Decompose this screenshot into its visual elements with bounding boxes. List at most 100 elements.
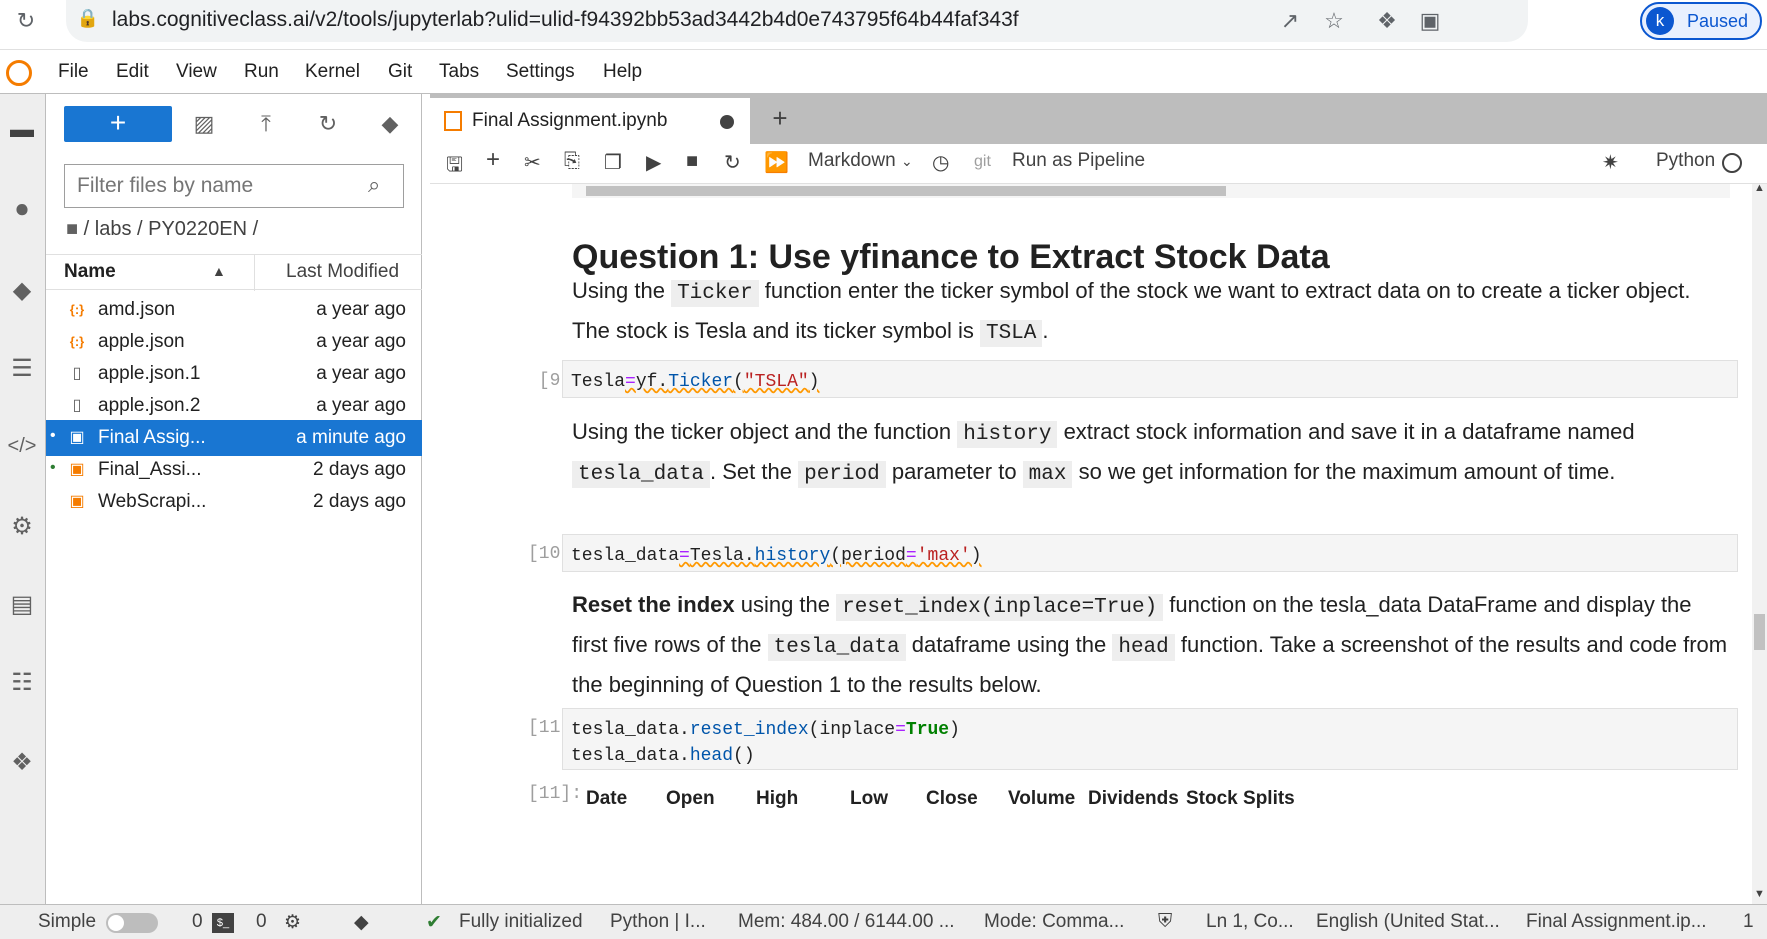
cut-icon[interactable]: ✂ xyxy=(524,150,541,175)
git-branch-icon[interactable]: ◆ xyxy=(354,911,369,934)
new-folder-icon[interactable]: ▨ xyxy=(186,106,222,142)
toc-icon[interactable]: ☰ xyxy=(0,338,44,398)
git-icon[interactable]: ◆ xyxy=(0,260,44,320)
menu-tabs[interactable]: Tabs xyxy=(439,61,479,83)
folder-icon[interactable]: ■ xyxy=(66,218,78,240)
profile-button[interactable]: k Paused xyxy=(1640,2,1762,40)
notebook-icon xyxy=(444,111,462,131)
reload-icon[interactable]: ↻ xyxy=(12,8,40,34)
new-tab-button[interactable]: + xyxy=(760,98,800,138)
menu-kernel[interactable]: Kernel xyxy=(305,61,360,83)
menu-file[interactable]: File xyxy=(58,61,89,83)
code-token: () xyxy=(733,746,755,766)
folder-icon[interactable]: ▬ xyxy=(0,100,44,160)
vertical-scrollbar[interactable]: ▲ ▼ xyxy=(1752,184,1767,904)
share-icon[interactable]: ↗ xyxy=(1276,8,1304,34)
menu-git[interactable]: Git xyxy=(388,61,412,83)
breadcrumb[interactable]: ■ / labs / PY0220EN / xyxy=(66,218,258,241)
file-row[interactable]: • ▣ Final_Assi... 2 days ago xyxy=(46,452,422,488)
property-inspector-icon[interactable]: ▤ xyxy=(0,574,44,634)
trust-shield-icon[interactable]: ⛨ xyxy=(1158,911,1172,933)
new-launcher-button[interactable]: + xyxy=(64,106,172,142)
menu-edit[interactable]: Edit xyxy=(116,61,149,83)
notification-count[interactable]: 1 xyxy=(1743,911,1754,933)
paste-icon[interactable]: ❐ xyxy=(604,150,622,175)
markdown-cell-history[interactable]: Using the ticker object and the function… xyxy=(572,413,1732,493)
clock-icon[interactable]: ◷ xyxy=(932,150,949,175)
kernel-status[interactable]: Python | I... xyxy=(610,911,706,933)
extension-manager-icon[interactable]: ☷ xyxy=(0,652,44,712)
scrollbar-thumb[interactable] xyxy=(1754,614,1765,650)
terminal-icon[interactable]: $_ xyxy=(212,913,234,933)
breadcrumb-path[interactable]: / labs / PY0220EN / xyxy=(84,218,259,240)
kernel-count[interactable]: 0 xyxy=(256,911,267,933)
kernel-name[interactable]: Python xyxy=(1656,150,1715,172)
menu-settings[interactable]: Settings xyxy=(506,61,575,83)
url-text[interactable]: labs.cognitiveclass.ai/v2/tools/jupyterl… xyxy=(112,8,1019,32)
scrollbar-thumb[interactable] xyxy=(586,186,1226,196)
code-cell-10[interactable]: tesla_data=Tesla.history(period='max') xyxy=(562,534,1738,572)
file-row[interactable]: ▣ WebScrapi... 2 days ago xyxy=(46,484,422,520)
file-name: Final_Assi... xyxy=(98,459,202,480)
refresh-icon[interactable]: ↻ xyxy=(310,106,346,142)
run-as-pipeline-button[interactable]: Run as Pipeline xyxy=(1012,150,1145,172)
cpu-icon[interactable]: ⚙ xyxy=(284,911,301,934)
debugger-icon[interactable]: ✷ xyxy=(1602,150,1619,175)
cell-type-value: Markdown xyxy=(808,150,896,171)
code-cell-9[interactable]: Tesla=yf.Ticker("TSLA") xyxy=(562,360,1738,398)
simple-mode-toggle[interactable] xyxy=(106,913,158,933)
file-row[interactable]: • ▣ Final Assig... a minute ago xyxy=(46,420,422,456)
puzzle-icon[interactable]: ❖ xyxy=(0,732,44,792)
code-token: ) xyxy=(808,372,820,392)
git-diff-button[interactable]: git xyxy=(974,153,991,171)
copy-icon[interactable]: ⎘ xyxy=(564,150,580,173)
scroll-down-icon[interactable]: ▼ xyxy=(1754,888,1765,900)
cursor-position[interactable]: Ln 1, Co... xyxy=(1206,911,1294,933)
output-column-header: Date xyxy=(586,788,628,809)
stop-icon[interactable]: ■ xyxy=(686,150,698,173)
restart-icon[interactable]: ↻ xyxy=(724,150,741,175)
lsp-status[interactable]: Fully initialized xyxy=(459,911,583,933)
extensions-icon[interactable]: ❖ xyxy=(1373,8,1401,34)
star-icon[interactable]: ☆ xyxy=(1320,8,1348,34)
filter-files-input[interactable] xyxy=(64,164,404,208)
inline-code: TSLA xyxy=(979,320,1043,347)
markdown-cell-ticker[interactable]: Using the Ticker function enter the tick… xyxy=(572,272,1732,352)
file-row[interactable]: {:} apple.json a year ago xyxy=(46,324,422,360)
insert-cell-icon[interactable]: + xyxy=(486,146,500,174)
menu-run[interactable]: Run xyxy=(244,61,279,83)
upload-icon[interactable]: ⤒ xyxy=(248,106,284,142)
running-icon[interactable]: ⏺ xyxy=(0,180,44,240)
horizontal-scrollbar[interactable] xyxy=(572,184,1730,198)
file-row[interactable]: ▯ apple.json.2 a year ago xyxy=(46,388,422,424)
run-icon[interactable]: ▶ xyxy=(646,150,661,175)
menu-view[interactable]: View xyxy=(176,61,217,83)
run-all-icon[interactable]: ⏩ xyxy=(764,150,789,175)
sort-ascending-icon[interactable]: ▲ xyxy=(212,263,226,279)
file-row[interactable]: ▯ apple.json.1 a year ago xyxy=(46,356,422,392)
code-token: ( xyxy=(830,546,842,566)
tab-final-assignment[interactable]: Final Assignment.ipynb xyxy=(430,98,750,144)
file-name: apple.json.2 xyxy=(98,395,201,416)
language-select[interactable]: English (United Stat... xyxy=(1316,911,1500,933)
git-clone-icon[interactable]: ◆ xyxy=(372,106,408,142)
file-name: amd.json xyxy=(98,299,176,320)
terminal-count[interactable]: 0 xyxy=(192,911,203,933)
settings-icon[interactable]: ⚙ xyxy=(0,496,44,556)
lock-icon[interactable]: 🔒 xyxy=(74,8,102,29)
output-column-header: Stock Splits xyxy=(1186,788,1295,809)
menu-help[interactable]: Help xyxy=(603,61,642,83)
file-row[interactable]: {:} amd.json a year ago xyxy=(46,292,422,328)
side-panel-icon[interactable]: ▣ xyxy=(1416,8,1444,34)
toggle-knob xyxy=(108,915,124,931)
unsaved-indicator-icon[interactable] xyxy=(720,115,734,129)
cell-type-select[interactable]: Markdown ⌄ xyxy=(808,150,913,172)
column-last-modified[interactable]: Last Modified xyxy=(286,261,399,283)
code-token: ( xyxy=(733,372,744,392)
column-name[interactable]: Name xyxy=(64,261,116,283)
markdown-cell-reset-index[interactable]: Reset the index using the reset_index(in… xyxy=(572,586,1732,703)
scroll-up-icon[interactable]: ▲ xyxy=(1754,184,1765,194)
code-cell-11[interactable]: tesla_data.reset_index(inplace=True) tes… xyxy=(562,708,1738,770)
code-icon[interactable]: </> xyxy=(0,416,44,476)
save-icon[interactable]: 🖫 xyxy=(446,150,463,184)
